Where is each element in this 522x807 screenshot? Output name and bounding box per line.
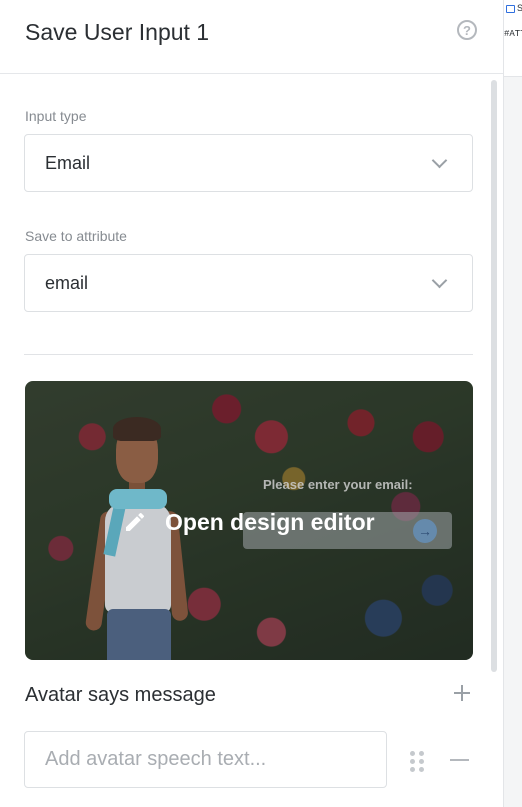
design-preview[interactable]: Please enter your email: → Open design e… bbox=[25, 381, 473, 660]
panel-header: Save User Input 1 ? bbox=[0, 0, 503, 74]
open-design-editor-button[interactable]: Open design editor bbox=[123, 507, 375, 537]
drag-handle-icon[interactable] bbox=[410, 751, 424, 772]
help-circle-icon[interactable]: ? bbox=[457, 20, 477, 40]
save-to-attribute-label: Save to attribute bbox=[25, 228, 127, 244]
right-edge-attr-text: #ATT bbox=[504, 29, 522, 39]
avatar-speech-input[interactable] bbox=[24, 731, 387, 788]
right-edge-header: S #ATT bbox=[504, 0, 522, 77]
avatar-says-message-title: Avatar says message bbox=[25, 684, 216, 706]
save-to-attribute-select[interactable]: email bbox=[24, 254, 473, 312]
panel-title: Save User Input 1 bbox=[25, 19, 210, 45]
chevron-down-icon bbox=[431, 272, 448, 289]
preview-prompt-text: Please enter your email: bbox=[263, 477, 413, 492]
open-design-editor-label: Open design editor bbox=[165, 508, 375, 535]
input-type-label: Input type bbox=[25, 108, 87, 124]
section-divider bbox=[24, 354, 473, 355]
right-edge-top-text: S bbox=[517, 3, 522, 13]
arrow-right-icon: → bbox=[413, 519, 437, 543]
chevron-down-icon bbox=[431, 152, 448, 169]
save-user-input-panel: Save User Input 1 ? Input type Email Sav… bbox=[0, 0, 503, 807]
input-type-value: Email bbox=[45, 153, 91, 173]
minus-icon[interactable] bbox=[450, 759, 469, 761]
window-icon bbox=[506, 5, 515, 13]
plus-icon[interactable] bbox=[453, 684, 471, 702]
save-to-attribute-value: email bbox=[45, 273, 89, 293]
right-edge-panel: S #ATT bbox=[503, 0, 522, 807]
pencil-icon bbox=[126, 512, 145, 531]
avatar-figure bbox=[84, 417, 197, 660]
input-type-select[interactable]: Email bbox=[24, 134, 473, 192]
vertical-scrollbar[interactable] bbox=[491, 80, 497, 672]
